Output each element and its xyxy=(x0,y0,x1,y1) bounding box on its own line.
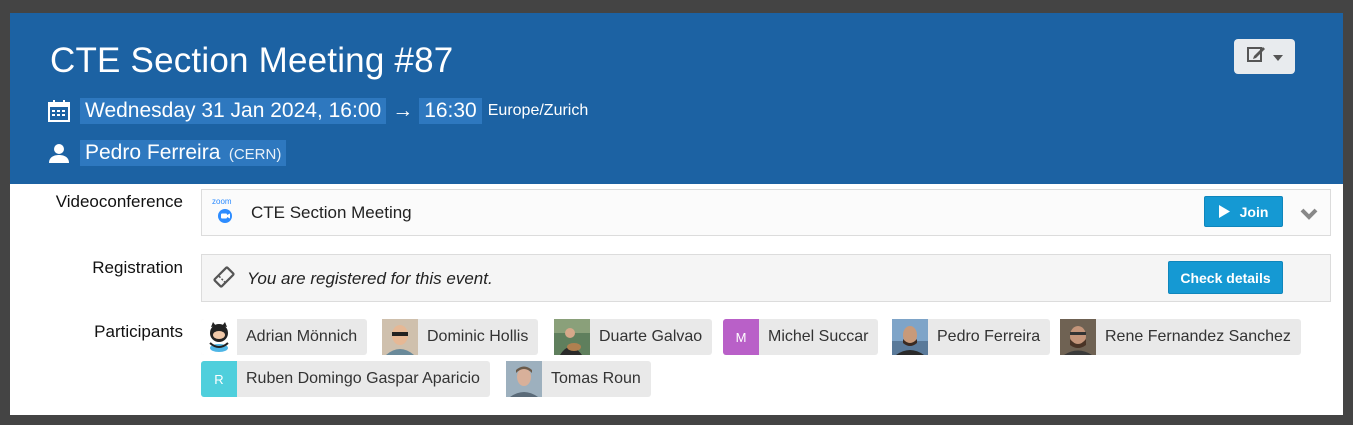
registration-message: You are registered for this event. xyxy=(247,269,493,288)
avatar xyxy=(554,319,590,355)
avatar xyxy=(1060,319,1096,355)
participants-label: Participants xyxy=(94,322,183,341)
avatar xyxy=(382,319,418,355)
avatar xyxy=(892,319,928,355)
event-end-time: 16:30 xyxy=(419,98,482,124)
participant-chip[interactable]: Adrian Mönnich xyxy=(201,319,368,355)
participant-chip[interactable]: Tomas Roun xyxy=(506,361,651,397)
chevron-down-icon[interactable] xyxy=(1300,207,1318,225)
avatar: M xyxy=(723,319,759,355)
chair-badge[interactable]: Pedro Ferreira (CERN) xyxy=(80,140,287,166)
participant-chip[interactable]: R Ruben Domingo Gaspar Aparicio xyxy=(201,361,490,397)
vc-room-name: CTE Section Meeting xyxy=(251,203,412,222)
registration-label: Registration xyxy=(92,258,183,277)
participant-name: Ruben Domingo Gaspar Aparicio xyxy=(246,370,480,387)
join-button-label: Join xyxy=(1239,203,1269,220)
join-button[interactable]: Join xyxy=(1204,196,1283,227)
participant-chip[interactable]: Pedro Ferreira xyxy=(892,319,1051,355)
participant-name: Rene Fernandez Sanchez xyxy=(1105,328,1291,345)
chair-affiliation: (CERN) xyxy=(228,146,282,163)
event-start-datetime: Wednesday 31 Jan 2024, 16:00 xyxy=(80,98,387,124)
calendar-icon xyxy=(48,100,70,122)
videoconference-label: Videoconference xyxy=(55,192,183,211)
participant-name: Adrian Mönnich xyxy=(246,328,358,345)
participant-chip[interactable]: M Michel Succar xyxy=(723,319,879,355)
participant-name: Pedro Ferreira xyxy=(937,328,1041,345)
check-details-button[interactable]: Check details xyxy=(1168,261,1283,294)
chair-name: Pedro Ferreira xyxy=(85,141,221,164)
participant-name: Duarte Galvao xyxy=(599,328,703,345)
avatar xyxy=(201,319,237,355)
time-arrow: → xyxy=(392,99,414,122)
event-header: CTE Section Meeting #87 Wednesday 31 Jan… xyxy=(10,13,1343,184)
event-title: CTE Section Meeting #87 xyxy=(50,41,454,80)
participant-name: Tomas Roun xyxy=(551,370,641,387)
videoconference-panel: zoom CTE Section Meeting Join xyxy=(201,189,1331,236)
event-timezone: Europe/Zurich xyxy=(487,102,589,119)
participant-chip[interactable]: Duarte Galvao xyxy=(554,319,713,355)
edit-icon xyxy=(1246,45,1267,68)
participant-chip[interactable]: Dominic Hollis xyxy=(382,319,539,355)
avatar xyxy=(506,361,542,397)
event-card: CTE Section Meeting #87 Wednesday 31 Jan… xyxy=(10,13,1343,415)
registration-panel: You are registered for this event. Check… xyxy=(201,254,1331,302)
event-chair-row: Pedro Ferreira (CERN) xyxy=(48,140,287,166)
play-icon xyxy=(1218,205,1230,218)
zoom-logo-icon: zoom xyxy=(211,197,239,225)
edit-menu-button[interactable] xyxy=(1234,39,1295,74)
chevron-down-icon xyxy=(1272,48,1283,66)
avatar: R xyxy=(201,361,237,397)
event-date-row: Wednesday 31 Jan 2024, 16:00 → 16:30 Eur… xyxy=(48,98,588,124)
participant-name: Dominic Hollis xyxy=(427,328,529,345)
user-icon xyxy=(48,142,70,164)
participant-name: Michel Succar xyxy=(768,328,869,345)
ticket-icon xyxy=(213,266,235,293)
participant-chip[interactable]: Rene Fernandez Sanchez xyxy=(1060,319,1301,355)
